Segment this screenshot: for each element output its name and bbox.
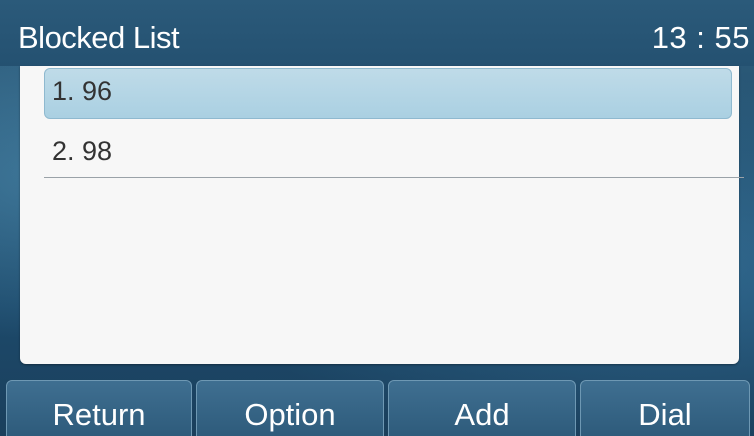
return-button-label: Return — [52, 397, 146, 432]
option-button-label: Option — [244, 397, 336, 432]
option-button[interactable]: Option — [196, 380, 384, 436]
phone-screen: Blocked List 13 : 55 1. 96 2. 98 Return … — [0, 0, 754, 436]
return-button[interactable]: Return — [6, 380, 192, 436]
dial-button[interactable]: Dial — [580, 380, 750, 436]
selection-highlight — [44, 68, 732, 119]
list-item-label: 1. 96 — [52, 76, 113, 106]
dial-button-label: Dial — [638, 397, 692, 432]
title-bar: Blocked List 13 : 55 — [0, 0, 754, 66]
blocked-list: 1. 96 2. 98 — [20, 66, 744, 364]
list-item[interactable]: 2. 98 — [44, 126, 744, 178]
add-button[interactable]: Add — [388, 380, 576, 436]
list-item-label: 2. 98 — [52, 136, 113, 166]
add-button-label: Add — [454, 397, 510, 432]
list-item[interactable]: 1. 96 — [44, 66, 744, 119]
clock: 13 : 55 — [651, 20, 750, 55]
softkey-bar: Return Option Add Dial — [0, 380, 754, 436]
page-title: Blocked List — [18, 20, 180, 55]
